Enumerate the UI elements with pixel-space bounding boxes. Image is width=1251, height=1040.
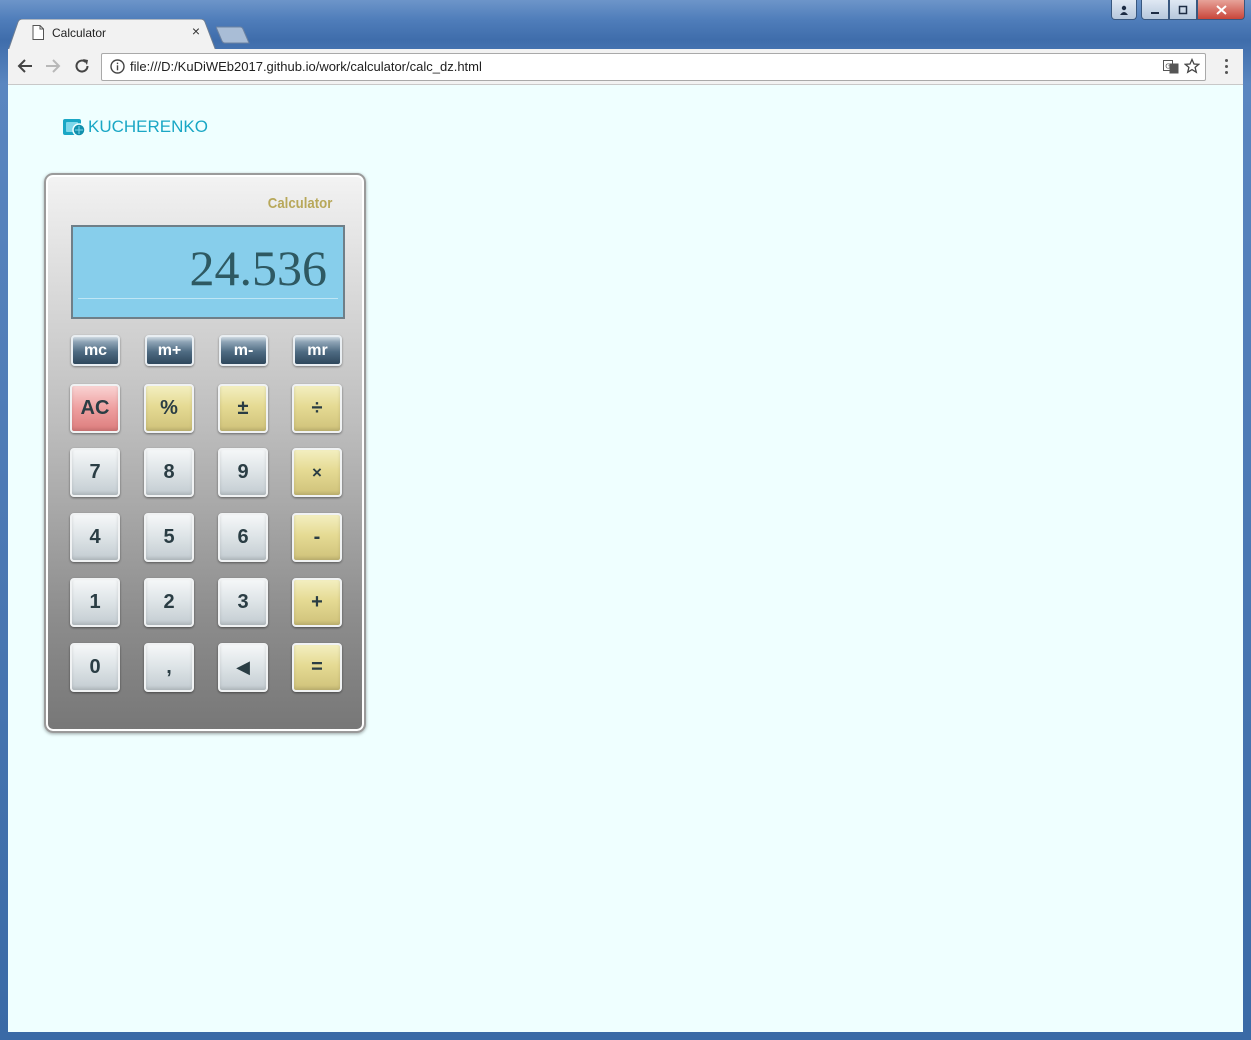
memory-add-button[interactable]: m+ (145, 335, 194, 366)
forward-arrow-icon (46, 59, 61, 73)
url-text[interactable]: file:///D:/KuDiWEb2017.github.io/work/ca… (130, 59, 482, 74)
display-divider (78, 298, 338, 299)
logo: KUCHERENKO (62, 115, 208, 139)
browser-toolbar: file:///D:/KuDiWEb2017.github.io/work/ca… (8, 49, 1243, 85)
info-icon[interactable] (110, 59, 125, 74)
address-bar[interactable]: file:///D:/KuDiWEb2017.github.io/work/ca… (101, 53, 1206, 81)
all-clear-button[interactable]: AC (70, 384, 120, 433)
restore-icon (1178, 5, 1188, 14)
decimal-separator-button[interactable]: , (144, 643, 194, 692)
plus-minus-button[interactable]: ± (218, 384, 268, 433)
digit-0-button[interactable]: 0 (70, 643, 120, 692)
logo-icon (63, 119, 86, 137)
add-button[interactable]: + (292, 578, 342, 627)
calculator: Calculator 24.536 mc m+ m- mr AC % ± ÷ 7… (44, 173, 366, 733)
digit-9-button[interactable]: 9 (218, 448, 268, 497)
minimize-icon (1151, 11, 1159, 14)
back-button[interactable] (13, 55, 37, 77)
memory-recall-button[interactable]: mr (293, 335, 342, 366)
display-value: 24.536 (189, 240, 328, 296)
digit-8-button[interactable]: 8 (144, 448, 194, 497)
digit-6-button[interactable]: 6 (218, 513, 268, 562)
menu-icon[interactable] (1218, 55, 1234, 77)
digit-5-button[interactable]: 5 (144, 513, 194, 562)
window-controls (1111, 0, 1245, 20)
reload-button[interactable] (70, 55, 94, 77)
document-icon (32, 25, 44, 40)
star-icon[interactable] (1184, 58, 1200, 74)
translate-icon[interactable]: G (1163, 59, 1179, 75)
backspace-button[interactable]: ◀ (218, 643, 268, 692)
back-arrow-icon (17, 59, 32, 73)
subtract-button[interactable]: - (292, 513, 342, 562)
digit-3-button[interactable]: 3 (218, 578, 268, 627)
memory-clear-button[interactable]: mc (71, 335, 120, 366)
page-content: KUCHERENKO Calculator 24.536 mc m+ m- mr… (8, 85, 1243, 1032)
calculator-display: 24.536 (71, 225, 345, 319)
logo-text: KUCHERENKO (88, 117, 208, 136)
percent-button[interactable]: % (144, 384, 194, 433)
equals-button[interactable]: = (292, 643, 342, 692)
tab-close-button[interactable]: × (188, 23, 204, 39)
digit-1-button[interactable]: 1 (70, 578, 120, 627)
close-icon (1215, 4, 1227, 15)
new-tab-button[interactable] (216, 26, 250, 44)
digit-4-button[interactable]: 4 (70, 513, 120, 562)
menu-dot (1224, 64, 1228, 68)
svg-text:G: G (1165, 63, 1170, 71)
tab-title: Calculator (52, 26, 107, 40)
divide-button[interactable]: ÷ (292, 384, 342, 433)
menu-dot (1224, 70, 1228, 74)
forward-button[interactable] (41, 55, 65, 77)
maximize-button[interactable] (1169, 0, 1197, 20)
digit-2-button[interactable]: 2 (144, 578, 194, 627)
menu-dot (1224, 58, 1228, 62)
multiply-button[interactable]: × (292, 448, 342, 497)
browser-window: Calculator × file:///D:/KuDiWEb2017.gith… (0, 0, 1251, 1040)
close-window-button[interactable] (1197, 0, 1245, 20)
memory-subtract-button[interactable]: m- (219, 335, 268, 366)
calculator-title: Calculator (267, 195, 332, 212)
backspace-icon: ◀ (236, 657, 250, 677)
digit-7-button[interactable]: 7 (70, 448, 120, 497)
profile-button[interactable] (1111, 0, 1137, 20)
reload-icon (75, 59, 89, 73)
minimize-button[interactable] (1141, 0, 1169, 20)
user-icon (1120, 5, 1128, 15)
